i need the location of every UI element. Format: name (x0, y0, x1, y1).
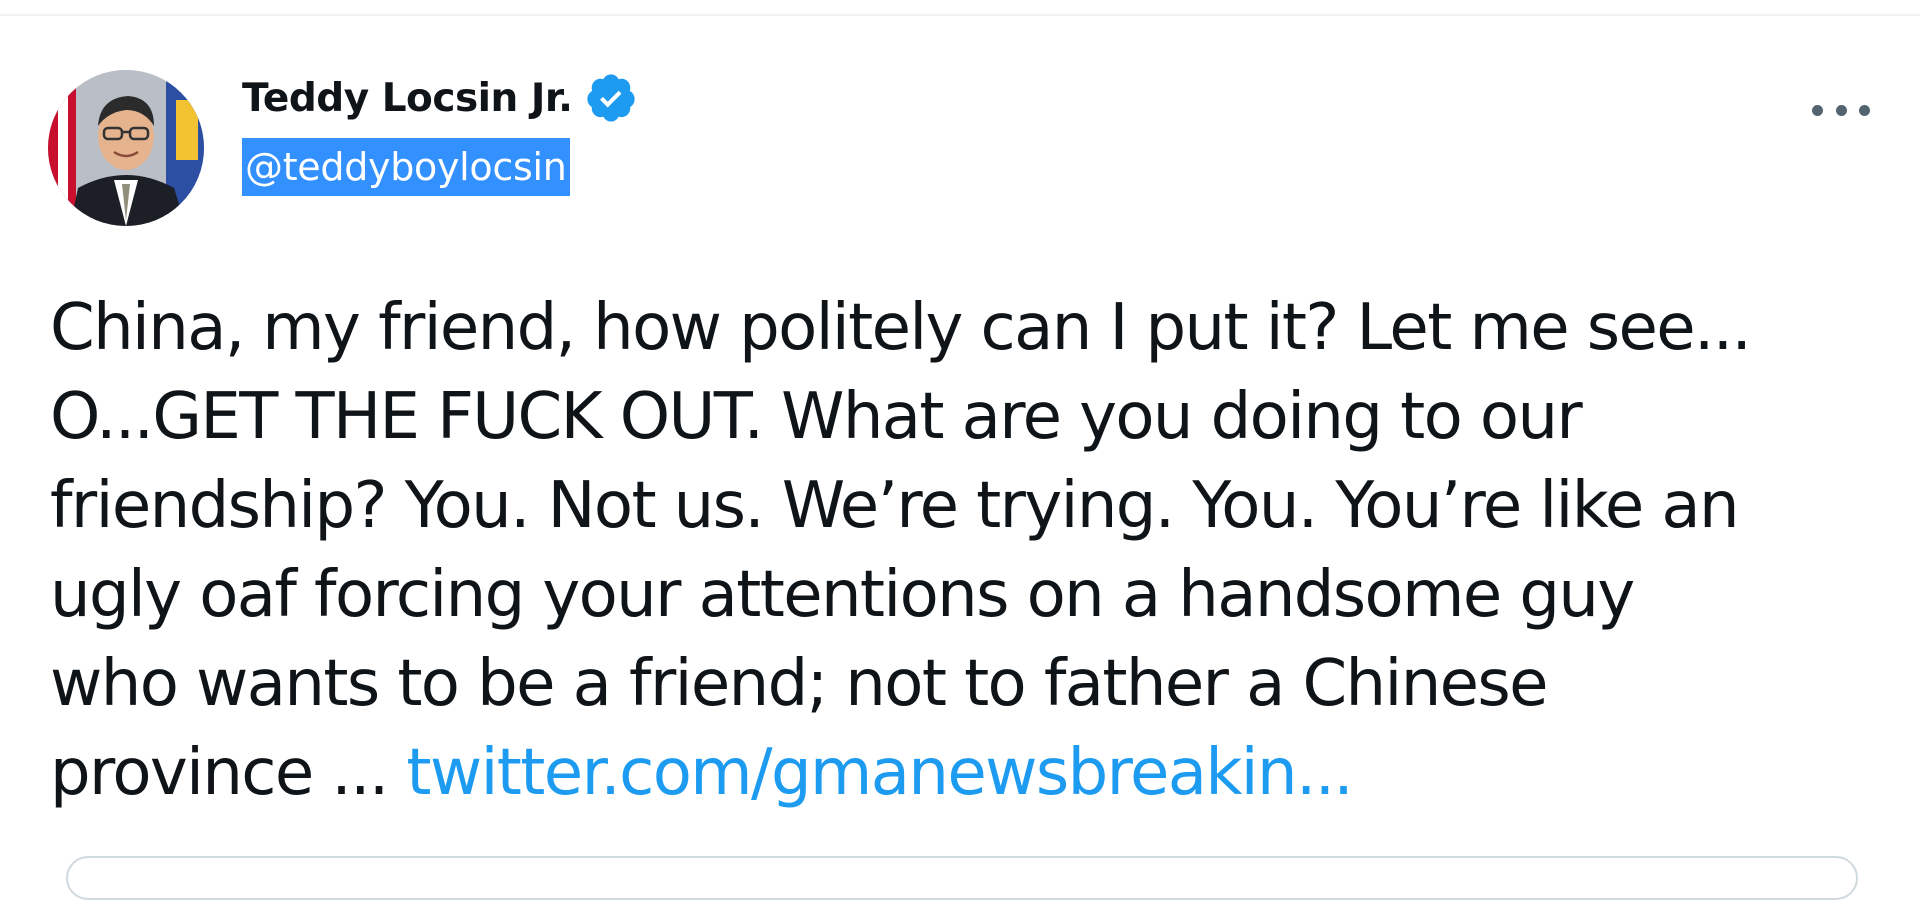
more-dot (1812, 104, 1823, 116)
tweet-text-line: China, my friend, how politely can I put… (50, 291, 1752, 365)
more-dot (1835, 104, 1847, 116)
tweet-text-line: ugly oaf forcing your attentions on a ha… (50, 558, 1635, 632)
author-name-row: Teddy Locsin Jr. (242, 68, 638, 128)
tweet-text-line: who wants to be a friend; not to father … (50, 647, 1549, 721)
verified-badge-icon (587, 74, 636, 122)
tweet-text: China, my friend, how politely can I put… (50, 284, 1880, 818)
tweet-link[interactable]: twitter.com/gmanewsbreakin... (406, 736, 1353, 810)
tweet-text-last-line: province ... twitter.com/gmanewsbreakin.… (50, 729, 1880, 818)
avatar[interactable] (48, 70, 204, 226)
author-display-name[interactable]: Teddy Locsin Jr. (242, 76, 573, 121)
tweet-text-line: O...GET THE FUCK OUT. What are you doing… (50, 380, 1583, 454)
more-options-icon[interactable] (1812, 90, 1870, 130)
author-handle[interactable]: @teddyboylocsin (242, 138, 570, 196)
tweet-text-line: province ... (50, 736, 407, 810)
profile-photo-icon (48, 70, 204, 226)
quoted-tweet-card[interactable] (66, 856, 1858, 900)
tweet-card[interactable]: Teddy Locsin Jr. @teddyboylocsin China, … (0, 16, 1920, 900)
tweet-text-line: friendship? You. Not us. We’re trying. Y… (50, 469, 1740, 543)
more-dot (1859, 104, 1870, 116)
